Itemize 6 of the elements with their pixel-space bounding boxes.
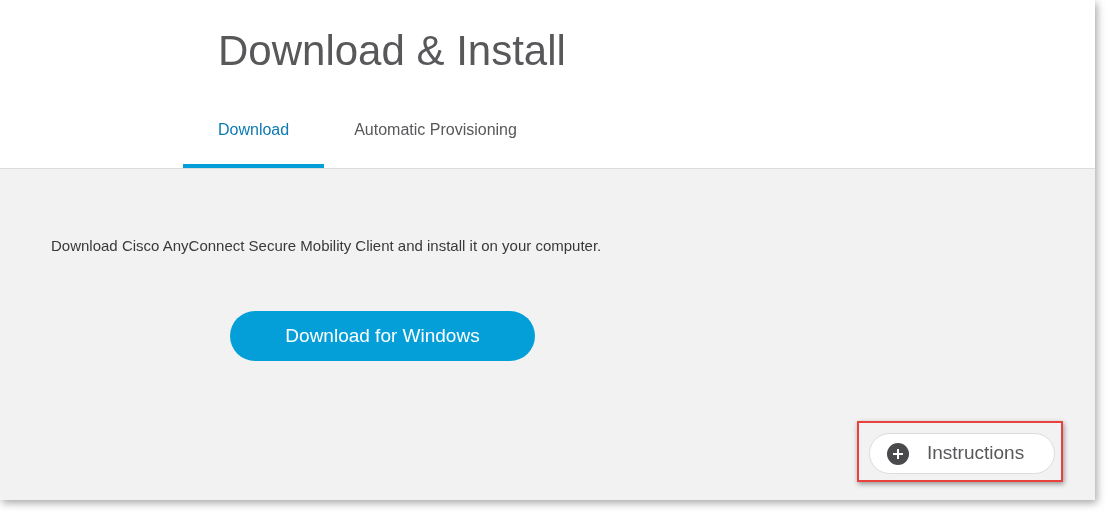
tab[interactable]: Automatic Provisioning bbox=[324, 100, 547, 168]
tab[interactable]: Download bbox=[183, 100, 325, 168]
page-title: Download & Install bbox=[218, 26, 566, 76]
plus-icon bbox=[887, 442, 909, 465]
instructions-button[interactable]: Instructions bbox=[869, 433, 1055, 474]
description-text: Download Cisco AnyConnect Secure Mobility Client and install it on your computer. bbox=[51, 236, 602, 256]
